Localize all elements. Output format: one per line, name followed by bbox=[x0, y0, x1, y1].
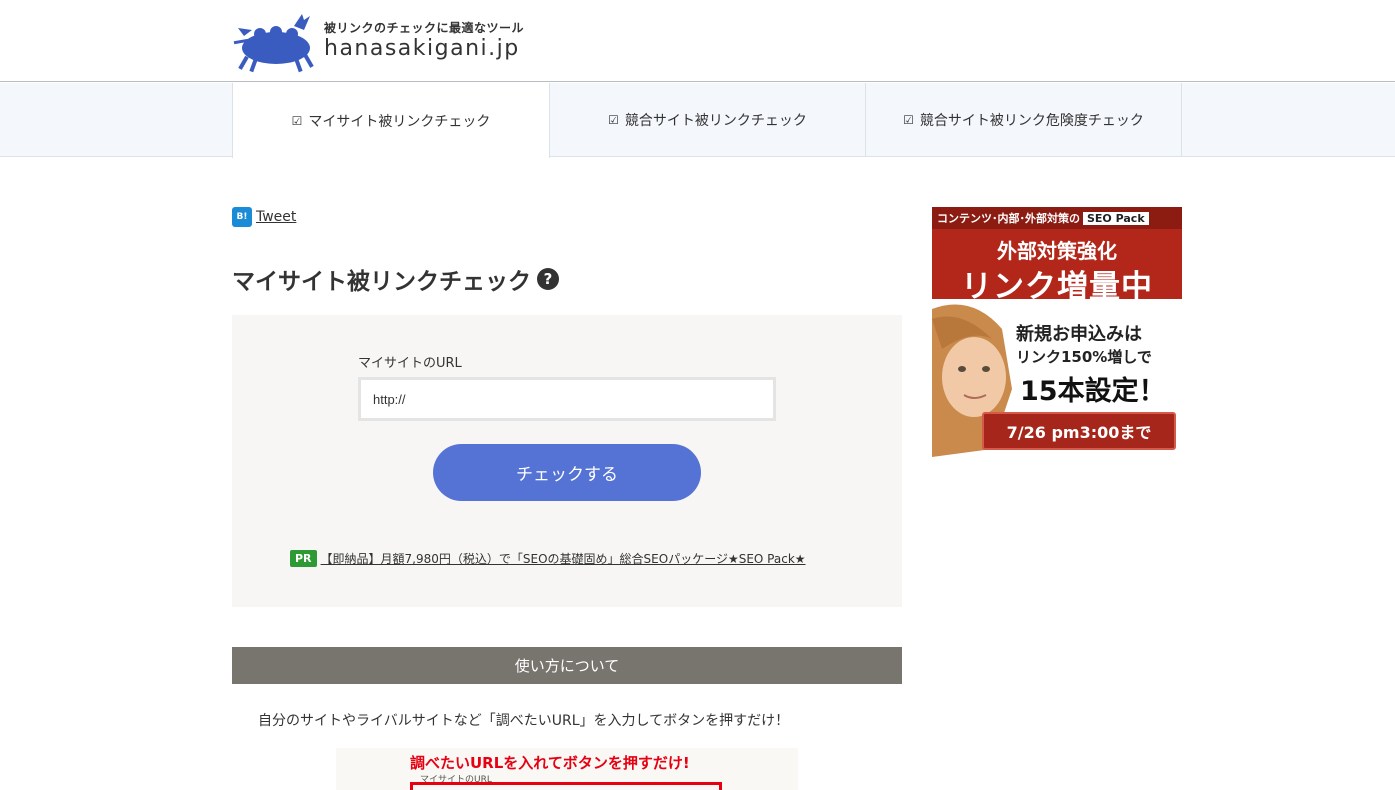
ad-offer-line1: 新規お申込みは bbox=[1016, 324, 1142, 345]
tab-label: 競合サイト被リンクチェック bbox=[624, 113, 807, 129]
pr-badge: PR bbox=[290, 550, 317, 567]
url-field-label: マイサイトのURL bbox=[358, 356, 462, 371]
check-button[interactable]: チェックする bbox=[433, 444, 701, 501]
site-name: hanasakigani.jp bbox=[324, 36, 520, 61]
checkbox-icon: ☑ bbox=[291, 113, 303, 128]
help-icon[interactable]: ? bbox=[537, 268, 559, 290]
ad-deadline: 7/26 pm3:00まで bbox=[982, 412, 1176, 450]
ad-headline: 外部対策強化 bbox=[997, 239, 1117, 263]
pr-link[interactable]: 【即納品】月額7,980円（税込）で「SEOの基礎固め」総合SEOパッケージ★S… bbox=[321, 550, 806, 567]
pr-row: PR 【即納品】月額7,980円（税込）で「SEOの基礎固め」総合SEOパッケー… bbox=[290, 550, 806, 567]
tab-competitor-backlink-check[interactable]: ☑ 競合サイト被リンクチェック bbox=[550, 83, 866, 157]
tab-mysite-backlink-check[interactable]: ☑ マイサイト被リンクチェック bbox=[232, 83, 550, 158]
howto-heading: 使い方について bbox=[232, 647, 902, 684]
site-header: 被リンクのチェックに最適なツール hanasakigani.jp bbox=[0, 0, 1395, 82]
ad-brand-badge: SEO Pack bbox=[1083, 211, 1149, 225]
ad-offer-line2: リンク150%増しで bbox=[1016, 348, 1152, 366]
page-title-text: マイサイト被リンクチェック bbox=[232, 269, 531, 295]
checkbox-icon: ☑ bbox=[608, 113, 619, 127]
howto-image-heading: 調べたいURLを入れてボタンを押すだけ! bbox=[410, 754, 690, 772]
social-share: B! Tweet bbox=[232, 207, 296, 227]
hatena-bookmark-icon[interactable]: B! bbox=[232, 207, 252, 227]
tab-label: 競合サイト被リンク危険度チェック bbox=[919, 113, 1144, 129]
ad-top-strip: コンテンツ･内部･外部対策の SEO Pack bbox=[932, 207, 1182, 229]
ad-top-text: コンテンツ･内部･外部対策の bbox=[937, 212, 1080, 225]
crab-logo-icon bbox=[233, 14, 314, 73]
page-title: マイサイト被リンクチェック ? bbox=[232, 262, 559, 296]
main-nav: ☑ マイサイト被リンクチェック ☑ 競合サイト被リンクチェック ☑ 競合サイト被… bbox=[0, 83, 1395, 158]
tweet-link[interactable]: Tweet bbox=[256, 209, 296, 225]
tab-label: マイサイト被リンクチェック bbox=[308, 113, 491, 130]
howto-image: 調べたいURLを入れてボタンを押すだけ! マイサイトのURL bbox=[336, 748, 798, 790]
checkbox-icon: ☑ bbox=[903, 113, 914, 127]
url-input[interactable] bbox=[358, 377, 776, 421]
site-tagline: 被リンクのチェックに最適なツール bbox=[324, 21, 525, 35]
site-logo[interactable]: 被リンクのチェックに最適なツール hanasakigani.jp bbox=[232, 12, 532, 74]
howto-description: 自分のサイトやライバルサイトなど「調べたいURL」を入力してボタンを押すだけ！ bbox=[258, 713, 790, 729]
seo-pack-ad-banner[interactable]: コンテンツ･内部･外部対策の SEO Pack 外部対策強化 リンク増量中 新規… bbox=[932, 207, 1182, 457]
howto-image-frame bbox=[410, 782, 722, 790]
ad-offer-line3: 15本設定！ bbox=[1020, 376, 1166, 407]
url-check-form: マイサイトのURL チェックする PR 【即納品】月額7,980円（税込）で「S… bbox=[232, 315, 902, 607]
tab-competitor-risk-check[interactable]: ☑ 競合サイト被リンク危険度チェック bbox=[866, 83, 1182, 157]
